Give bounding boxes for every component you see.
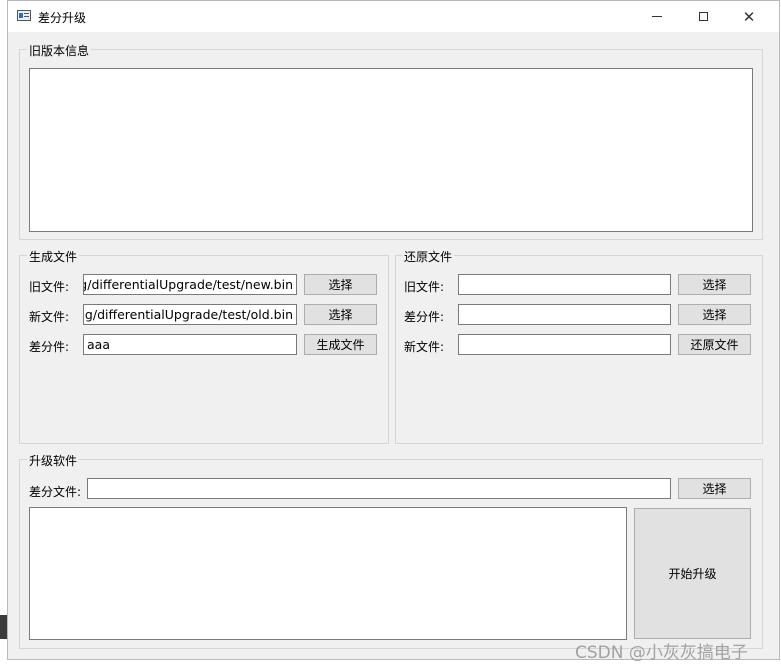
upgrade-diff-file-label: 差分文件: xyxy=(29,485,82,499)
title-bar[interactable]: 差分升级 ✕ xyxy=(8,1,779,32)
generate-old-file-value: ng/differentialUpgrade/test/new.bin xyxy=(83,277,293,292)
restore-old-file-input[interactable] xyxy=(458,274,671,295)
generate-new-file-label: 新文件: xyxy=(29,310,70,324)
old-version-text-area[interactable] xyxy=(29,68,753,232)
generate-diff-file-input[interactable]: aaa xyxy=(83,334,297,355)
upgrade-group-title: 升级软件 xyxy=(27,452,80,469)
close-icon: ✕ xyxy=(742,7,756,26)
upgrade-diff-file-input[interactable] xyxy=(87,478,671,499)
minimize-icon xyxy=(652,16,662,17)
restore-old-file-label: 旧文件: xyxy=(404,280,445,294)
restore-file-button[interactable]: 还原文件 xyxy=(678,334,751,355)
main-window: 差分升级 ✕ 旧版本信息 生成文件 旧文件: ng/differentialUp… xyxy=(7,0,780,660)
generate-old-file-input[interactable]: ng/differentialUpgrade/test/new.bin xyxy=(83,274,297,295)
restore-new-file-input[interactable] xyxy=(458,334,671,355)
restore-diff-file-choose-button[interactable]: 选择 xyxy=(678,304,751,325)
watermark: CSDN @小灰灰搞电子 xyxy=(575,643,748,663)
window-title: 差分升级 xyxy=(38,11,87,25)
upgrade-choose-button[interactable]: 选择 xyxy=(678,478,751,499)
upgrade-log-text-area[interactable] xyxy=(29,507,627,640)
app-icon xyxy=(17,10,31,21)
restore-old-file-choose-button[interactable]: 选择 xyxy=(678,274,751,295)
close-button[interactable]: ✕ xyxy=(726,1,772,32)
generate-old-file-choose-button[interactable]: 选择 xyxy=(304,274,377,295)
generate-new-file-input[interactable]: ing/differentialUpgrade/test/old.bin xyxy=(83,304,297,325)
restore-diff-file-input[interactable] xyxy=(458,304,671,325)
generate-group-title: 生成文件 xyxy=(27,248,80,265)
old-version-group-title: 旧版本信息 xyxy=(27,42,92,59)
maximize-icon xyxy=(698,12,708,21)
minimize-button[interactable] xyxy=(634,1,680,32)
generate-diff-file-label: 差分件: xyxy=(29,340,70,354)
generate-new-file-value: ing/differentialUpgrade/test/old.bin xyxy=(83,307,293,322)
maximize-button[interactable] xyxy=(680,1,726,32)
generate-file-button[interactable]: 生成文件 xyxy=(304,334,377,355)
generate-old-file-label: 旧文件: xyxy=(29,280,70,294)
restore-group-title: 还原文件 xyxy=(402,248,455,265)
restore-diff-file-label: 差分件: xyxy=(404,310,445,324)
restore-new-file-label: 新文件: xyxy=(404,340,445,354)
generate-new-file-choose-button[interactable]: 选择 xyxy=(304,304,377,325)
start-upgrade-button[interactable]: 开始升级 xyxy=(634,508,751,639)
